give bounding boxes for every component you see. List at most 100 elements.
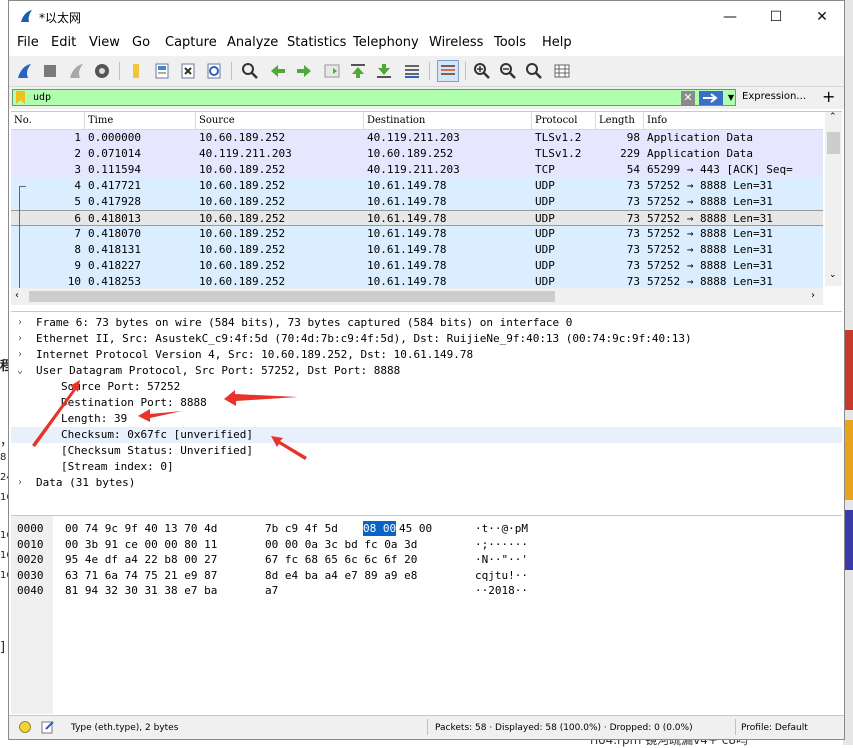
menu-edit[interactable]: Edit: [51, 35, 76, 50]
apply-filter-button[interactable]: [699, 91, 723, 105]
detail-field[interactable]: Source Port: 57252: [11, 379, 842, 395]
stop-capture-icon[interactable]: [39, 60, 61, 82]
scroll-left-icon[interactable]: ‹: [15, 290, 19, 301]
ascii-bytes[interactable]: ··2018··: [475, 583, 528, 598]
detail-tree-item[interactable]: › Data (31 bytes): [11, 475, 842, 491]
ascii-bytes[interactable]: ·t··@·pM: [475, 521, 528, 536]
hex-bytes[interactable]: 67 fc 68 65 6c 6c 6f 20: [265, 552, 417, 567]
menu-wireless[interactable]: Wireless: [429, 35, 483, 50]
close-file-icon[interactable]: [177, 60, 199, 82]
bookmark-icon[interactable]: [16, 91, 25, 104]
hex-bytes[interactable]: 95 4e df a4 22 b8 00 27: [65, 552, 217, 567]
column-header-protocol[interactable]: Protocol: [532, 112, 596, 129]
scroll-right-icon[interactable]: ›: [811, 290, 815, 301]
column-header-length[interactable]: Length: [596, 112, 644, 129]
collapsed-chevron-icon[interactable]: ›: [17, 331, 23, 347]
menu-help[interactable]: Help: [542, 35, 572, 50]
packet-row[interactable]: 4 0.417721 10.60.189.252 10.61.149.78 UDP 73 5…: [11, 178, 823, 194]
hex-bytes[interactable]: 81 94 32 30 31 38 e7 ba: [65, 583, 217, 598]
menu-statistics[interactable]: Statistics: [287, 35, 346, 50]
find-packet-icon[interactable]: [239, 60, 261, 82]
menu-telephony[interactable]: Telephony: [353, 35, 419, 50]
collapsed-chevron-icon[interactable]: ›: [17, 475, 23, 491]
column-header-source[interactable]: Source: [196, 112, 364, 129]
packet-row[interactable]: 7 0.418070 10.60.189.252 10.61.149.78 UDP 73 5…: [11, 226, 823, 242]
go-first-packet-icon[interactable]: [347, 60, 369, 82]
hex-bytes-selected[interactable]: 08 00: [363, 521, 397, 536]
minimize-button[interactable]: —: [707, 1, 753, 33]
menu-file[interactable]: File: [17, 35, 39, 50]
zoom-normal-icon[interactable]: [523, 60, 545, 82]
packet-list-vertical-scrollbar[interactable]: ⌃ ⌄: [825, 112, 842, 286]
detail-tree-item[interactable]: ⌄ User Datagram Protocol, Src Port: 57252…: [11, 363, 842, 379]
reload-file-icon[interactable]: [203, 60, 225, 82]
detail-field[interactable]: [Checksum Status: Unverified]: [11, 443, 842, 459]
hex-bytes[interactable]: 45 00: [399, 521, 432, 536]
maximize-button[interactable]: ☐: [753, 1, 799, 33]
add-filter-button[interactable]: +: [822, 87, 835, 106]
menu-view[interactable]: View: [89, 35, 120, 50]
save-file-icon[interactable]: [151, 60, 173, 82]
detail-tree-item[interactable]: › Internet Protocol Version 4, Src: 10.60…: [11, 347, 842, 363]
scroll-thumb[interactable]: [29, 291, 555, 302]
expression-button[interactable]: Expression…: [742, 91, 806, 102]
collapsed-chevron-icon[interactable]: ›: [17, 315, 23, 331]
zoom-out-icon[interactable]: [497, 60, 519, 82]
status-profile[interactable]: Profile: Default: [741, 723, 808, 733]
hex-bytes[interactable]: a7: [265, 583, 278, 598]
start-capture-icon[interactable]: [13, 60, 35, 82]
packet-row[interactable]: 2 0.071014 40.119.211.203 10.60.189.252 TLSv…: [11, 146, 823, 162]
go-last-packet-icon[interactable]: [373, 60, 395, 82]
scroll-up-icon[interactable]: ⌃: [829, 112, 837, 122]
go-back-icon[interactable]: [267, 60, 289, 82]
detail-field[interactable]: Destination Port: 8888: [11, 395, 842, 411]
filter-history-chevron-icon[interactable]: ▼: [726, 91, 736, 105]
display-filter-input[interactable]: udp ✕ ▼: [12, 89, 736, 106]
edit-comment-icon[interactable]: [41, 720, 55, 734]
close-button[interactable]: ✕: [799, 1, 844, 33]
ascii-bytes[interactable]: ·N··"··': [475, 552, 528, 567]
go-forward-icon[interactable]: [293, 60, 315, 82]
hex-bytes[interactable]: 63 71 6a 74 75 21 e9 87: [65, 568, 217, 583]
zoom-in-icon[interactable]: [471, 60, 493, 82]
menu-tools[interactable]: Tools: [494, 35, 526, 50]
column-header-info[interactable]: Info: [644, 112, 823, 129]
packet-row[interactable]: 9 0.418227 10.60.189.252 10.61.149.78 UDP 73 5…: [11, 258, 823, 274]
hex-bytes[interactable]: 00 3b 91 ce 00 00 80 11: [65, 537, 217, 552]
menu-analyze[interactable]: Analyze: [227, 35, 278, 50]
ascii-bytes[interactable]: ·;······: [475, 537, 528, 552]
packet-row-selected[interactable]: 6 0.418013 10.60.189.252 10.61.149.78 UDP 73 5…: [11, 210, 823, 226]
column-header-destination[interactable]: Destination: [364, 112, 532, 129]
menu-capture[interactable]: Capture: [165, 35, 217, 50]
expanded-chevron-icon[interactable]: ⌄: [17, 363, 23, 379]
scroll-down-icon[interactable]: ⌄: [829, 270, 837, 280]
restart-capture-icon[interactable]: [65, 60, 87, 82]
packet-row[interactable]: 3 0.111594 10.60.189.252 40.119.211.203 TCP 5…: [11, 162, 823, 178]
detail-tree-item[interactable]: › Frame 6: 73 bytes on wire (584 bits), 7…: [11, 315, 842, 331]
detail-field[interactable]: Length: 39: [11, 411, 842, 427]
colorize-icon[interactable]: [437, 60, 459, 82]
capture-options-icon[interactable]: [91, 60, 113, 82]
go-to-packet-icon[interactable]: [321, 60, 343, 82]
clear-filter-icon[interactable]: ✕: [681, 91, 695, 105]
hex-bytes[interactable]: 00 00 0a 3c bd fc 0a 3d: [265, 537, 417, 552]
open-file-icon[interactable]: [125, 60, 147, 82]
packet-list-horizontal-scrollbar[interactable]: ‹ ›: [11, 288, 823, 305]
detail-tree-item[interactable]: › Ethernet II, Src: AsustekC_c9:4f:5d (70…: [11, 331, 842, 347]
hex-bytes[interactable]: 8d e4 ba a4 e7 89 a9 e8: [265, 568, 417, 583]
scroll-thumb[interactable]: [827, 132, 840, 154]
packet-row[interactable]: 5 0.417928 10.60.189.252 10.61.149.78 UDP 73 5…: [11, 194, 823, 210]
resize-columns-icon[interactable]: [551, 60, 573, 82]
collapsed-chevron-icon[interactable]: ›: [17, 347, 23, 363]
hex-bytes[interactable]: 7b c9 4f 5d: [265, 521, 338, 536]
expert-info-icon[interactable]: [19, 721, 31, 733]
detail-field[interactable]: Checksum: 0x67fc [unverified]: [11, 427, 842, 443]
auto-scroll-icon[interactable]: [401, 60, 423, 82]
packet-row[interactable]: 1 0.000000 10.60.189.252 40.119.211.203 TLSv…: [11, 130, 823, 146]
column-header-time[interactable]: Time: [85, 112, 196, 129]
hex-bytes[interactable]: 00 74 9c 9f 40 13 70 4d: [65, 521, 217, 536]
packet-row[interactable]: 8 0.418131 10.60.189.252 10.61.149.78 UDP 73 5…: [11, 242, 823, 258]
column-header-no[interactable]: No.: [11, 112, 85, 129]
detail-field[interactable]: [Stream index: 0]: [11, 459, 842, 475]
menu-go[interactable]: Go: [132, 35, 150, 50]
